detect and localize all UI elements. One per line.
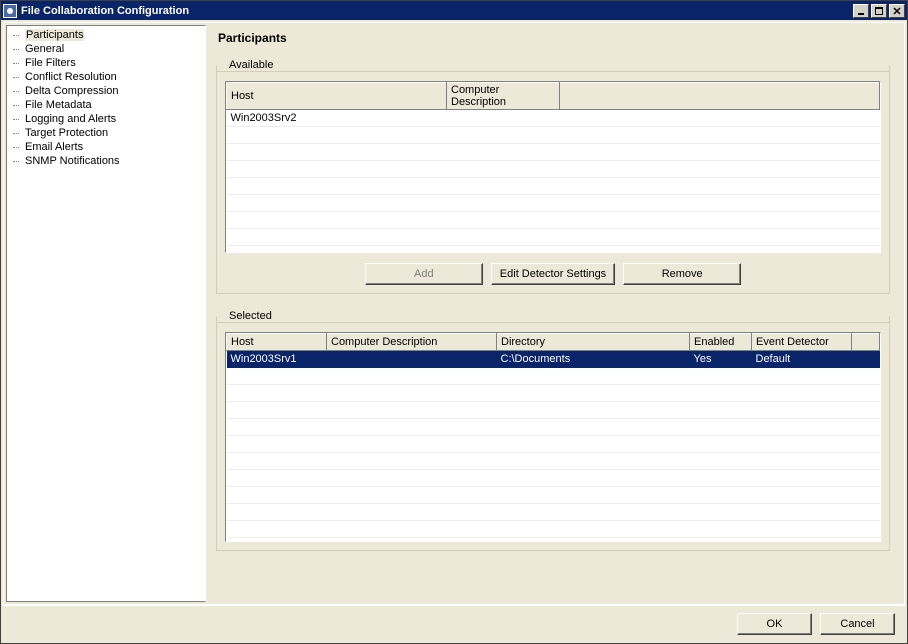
cell-host: Win2003Srv1 <box>227 351 327 368</box>
available-legend: Available <box>225 59 277 71</box>
window-title: File Collaboration Configuration <box>21 5 853 17</box>
sidebar-item-target-protection[interactable]: Target Protection <box>7 126 205 140</box>
table-row <box>227 161 880 178</box>
table-row <box>227 453 880 470</box>
sidebar-item-conflict-resolution[interactable]: Conflict Resolution <box>7 70 205 84</box>
col-directory[interactable]: Directory <box>497 334 690 351</box>
available-group: Available Host Computer Description <box>216 59 890 294</box>
sidebar-item-snmp-notifications[interactable]: SNMP Notifications <box>7 154 205 168</box>
sidebar-item-email-alerts[interactable]: Email Alerts <box>7 140 205 154</box>
table-row <box>227 419 880 436</box>
available-table-wrap[interactable]: Host Computer Description Win2003Srv2 <box>225 81 881 253</box>
minimize-button[interactable] <box>853 4 869 18</box>
selected-table: Host Computer Description Directory Enab… <box>226 333 880 538</box>
selected-legend: Selected <box>225 310 276 322</box>
sidebar-item-delta-compression[interactable]: Delta Compression <box>7 84 205 98</box>
selected-group: Selected Host Computer Description Direc… <box>216 310 890 551</box>
window-buttons <box>853 4 905 18</box>
sidebar-tree[interactable]: Participants General File Filters Confli… <box>6 25 206 602</box>
client-area: Participants General File Filters Confli… <box>1 20 907 643</box>
table-row[interactable]: Win2003Srv2 <box>227 110 880 127</box>
sidebar-item-label: Conflict Resolution <box>25 71 117 83</box>
body: Participants General File Filters Confli… <box>3 22 905 605</box>
cell-host: Win2003Srv2 <box>227 110 447 127</box>
titlebar: File Collaboration Configuration <box>1 1 907 20</box>
table-row <box>227 212 880 229</box>
cancel-button[interactable]: Cancel <box>820 613 895 635</box>
add-button[interactable]: Add <box>365 263 483 285</box>
sidebar-item-logging-alerts[interactable]: Logging and Alerts <box>7 112 205 126</box>
cell-enabled: Yes <box>690 351 752 368</box>
sidebar-item-general[interactable]: General <box>7 42 205 56</box>
table-row <box>227 178 880 195</box>
footer: OK Cancel <box>3 605 905 641</box>
available-table: Host Computer Description Win2003Srv2 <box>226 82 880 253</box>
remove-button[interactable]: Remove <box>623 263 741 285</box>
sidebar-item-participants[interactable]: Participants <box>7 28 205 42</box>
table-row <box>227 144 880 161</box>
close-button[interactable] <box>889 4 905 18</box>
cell-desc <box>447 110 560 127</box>
sidebar-item-label: File Filters <box>25 57 76 69</box>
table-row <box>227 195 880 212</box>
table-row <box>227 368 880 385</box>
table-row <box>227 521 880 538</box>
table-row <box>227 470 880 487</box>
sidebar-item-label: General <box>25 43 64 55</box>
maximize-button[interactable] <box>871 4 887 18</box>
sidebar-item-label: File Metadata <box>25 99 92 111</box>
sidebar-item-label: Delta Compression <box>25 85 119 97</box>
table-row[interactable]: Win2003Srv1 C:\Documents Yes Default <box>227 351 880 368</box>
sidebar-item-label: Email Alerts <box>25 141 83 153</box>
table-row <box>227 229 880 246</box>
sidebar-item-label: Logging and Alerts <box>25 113 116 125</box>
selected-table-wrap[interactable]: Host Computer Description Directory Enab… <box>225 332 881 542</box>
window: File Collaboration Configuration Partici… <box>0 0 908 644</box>
col-spacer[interactable] <box>852 334 880 351</box>
table-row <box>227 127 880 144</box>
main-panel: Participants Available Host Computer Des… <box>208 23 904 604</box>
page-title: Participants <box>218 31 890 45</box>
cell-desc <box>327 351 497 368</box>
sidebar-item-label: Participants <box>25 29 84 41</box>
ok-button[interactable]: OK <box>737 613 812 635</box>
app-icon <box>3 4 17 18</box>
col-host[interactable]: Host <box>227 83 447 110</box>
table-row <box>227 385 880 402</box>
available-buttons: Add Edit Detector Settings Remove <box>225 263 881 285</box>
table-row <box>227 504 880 521</box>
table-row <box>227 436 880 453</box>
table-row <box>227 487 880 504</box>
sidebar-item-file-metadata[interactable]: File Metadata <box>7 98 205 112</box>
col-event-detector[interactable]: Event Detector <box>752 334 852 351</box>
col-computer-description[interactable]: Computer Description <box>327 334 497 351</box>
table-row <box>227 402 880 419</box>
col-spacer[interactable] <box>560 83 880 110</box>
cell-dir: C:\Documents <box>497 351 690 368</box>
sidebar-item-file-filters[interactable]: File Filters <box>7 56 205 70</box>
sidebar-item-label: SNMP Notifications <box>25 155 120 167</box>
edit-detector-button[interactable]: Edit Detector Settings <box>491 263 615 285</box>
table-row <box>227 246 880 254</box>
col-enabled[interactable]: Enabled <box>690 334 752 351</box>
col-host[interactable]: Host <box>227 334 327 351</box>
col-computer-description[interactable]: Computer Description <box>447 83 560 110</box>
cell-detector: Default <box>752 351 852 368</box>
sidebar-item-label: Target Protection <box>25 127 108 139</box>
